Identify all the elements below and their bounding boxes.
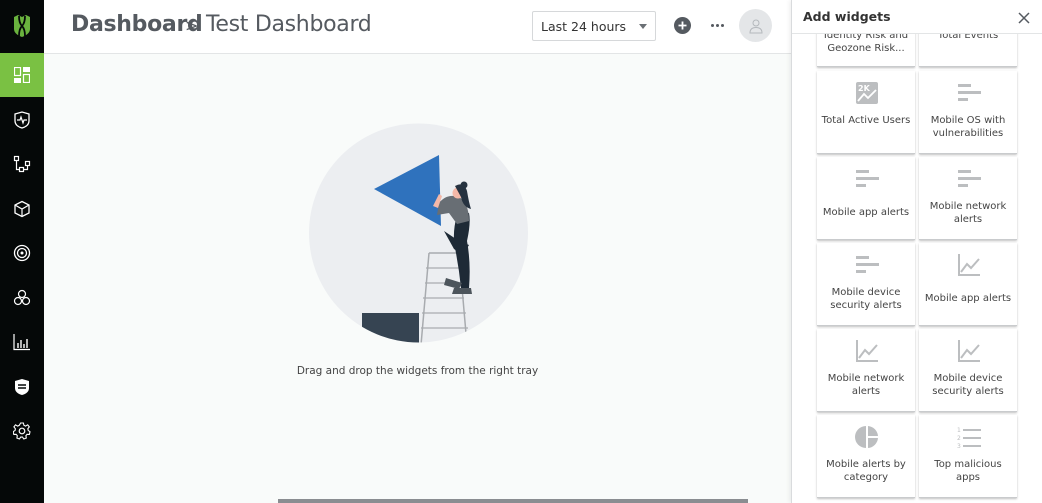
panel-title: Add widgets: [803, 9, 891, 24]
svg-text:2K: 2K: [858, 84, 871, 93]
dashboard-canvas[interactable]: Drag and drop the widgets from the right…: [44, 55, 791, 503]
shield-list-icon: [15, 379, 29, 395]
widget-tile[interactable]: Mobile device security alerts: [817, 243, 915, 326]
widget-tile[interactable]: Mobile app alerts: [919, 243, 1017, 326]
widget-tile-label: Mobile alerts by category: [826, 459, 906, 483]
dashboard-icon: [14, 67, 30, 83]
line-chart-icon: [856, 340, 878, 362]
hierarchy-icon: [13, 155, 31, 173]
shield-logo-icon: [14, 15, 30, 37]
kpi-icon: 2K: [856, 82, 878, 104]
sidebar: [0, 0, 44, 503]
time-range-select[interactable]: Last 24 hours: [532, 11, 656, 41]
widget-tile[interactable]: Mobile app alerts: [817, 157, 915, 240]
add-widgets-panel: Add widgets Identity Risk and Geozone Ri…: [791, 0, 1042, 503]
more-options-button[interactable]: [708, 16, 726, 34]
widget-tile-label: Identity Risk and Geozone Risk...: [823, 34, 909, 54]
page-header: Dashboard > Test Dashboard Last 24 hours: [44, 0, 791, 54]
widget-tile-label: Mobile OS with vulnerabilities: [930, 115, 1006, 139]
svg-text:1: 1: [957, 427, 961, 434]
widget-tile-label: Mobile network alerts: [929, 201, 1007, 225]
line-chart-icon: [958, 340, 980, 362]
cube-icon: [14, 200, 30, 218]
sidebar-item-policies[interactable]: [0, 365, 44, 409]
target-icon: [13, 244, 31, 262]
sidebar-item-settings[interactable]: [0, 409, 44, 453]
add-widget-button[interactable]: [674, 17, 691, 34]
widget-tile[interactable]: Mobile network alerts: [919, 157, 1017, 240]
bar-chart-icon: [13, 334, 30, 351]
line-chart-icon: [958, 254, 980, 276]
widget-tile[interactable]: 1 2 3 Top malicious apps: [919, 415, 1017, 498]
user-avatar[interactable]: [739, 9, 772, 42]
widget-tile-label: Mobile device security alerts: [932, 373, 1004, 397]
sidebar-item-security[interactable]: [0, 98, 44, 142]
more-dot-icon: [710, 23, 714, 27]
chevron-down-icon: [639, 24, 647, 29]
widget-tile[interactable]: Identity Risk and Geozone Risk...: [817, 34, 915, 67]
pie-chart-icon: [855, 426, 878, 448]
plus-icon: [678, 21, 687, 30]
app-logo[interactable]: [0, 0, 44, 52]
breadcrumb-separator: >: [185, 16, 199, 35]
close-icon[interactable]: [1017, 11, 1031, 25]
bar-list-icon: [958, 84, 981, 101]
widget-tile[interactable]: Total Events: [919, 34, 1017, 67]
time-range-value: Last 24 hours: [541, 19, 627, 34]
horizontal-scrollbar[interactable]: [278, 499, 748, 503]
widget-tile-label: Mobile device security alerts: [830, 287, 902, 311]
widget-tile-label: Mobile app alerts: [924, 293, 1012, 304]
bar-list-icon: [958, 170, 981, 187]
sidebar-item-packages[interactable]: [0, 187, 44, 231]
sidebar-item-reports[interactable]: [0, 320, 44, 364]
widget-tile-list[interactable]: Identity Risk and Geozone Risk... Total …: [792, 34, 1042, 503]
widget-tile-label: Total Events: [937, 34, 999, 41]
sidebar-item-target[interactable]: [0, 231, 44, 275]
shield-pulse-icon: [14, 111, 30, 129]
sidebar-item-hierarchy[interactable]: [0, 142, 44, 186]
numbered-list-icon: 1 2 3: [957, 427, 981, 449]
widget-tile[interactable]: 2K Total Active Users: [817, 71, 915, 154]
widget-tile[interactable]: Mobile device security alerts: [919, 329, 1017, 412]
widget-tile-label: Mobile app alerts: [822, 207, 910, 218]
more-dot-icon: [715, 23, 719, 27]
bar-list-icon: [856, 170, 879, 187]
svg-text:3: 3: [957, 443, 961, 449]
widget-tile[interactable]: Mobile alerts by category: [817, 415, 915, 498]
sidebar-item-integrations[interactable]: [0, 276, 44, 320]
widget-tile[interactable]: Mobile network alerts: [817, 329, 915, 412]
widget-tile-label: Top malicious apps: [934, 459, 1002, 483]
breadcrumb-root[interactable]: Dashboard: [71, 12, 203, 37]
empty-state-illustration: [309, 123, 528, 343]
empty-state-message: Drag and drop the widgets from the right…: [296, 365, 539, 377]
widget-tile-label: Mobile network alerts: [827, 373, 905, 397]
user-icon: [748, 19, 763, 33]
more-dot-icon: [720, 23, 724, 27]
webhook-icon: [13, 289, 31, 306]
sidebar-item-dashboard[interactable]: [0, 53, 44, 97]
bar-list-icon: [856, 256, 879, 273]
gear-icon: [13, 422, 31, 440]
widget-tile-label: Total Active Users: [821, 115, 911, 126]
svg-text:2: 2: [957, 435, 961, 442]
breadcrumb-current: Test Dashboard: [206, 12, 372, 37]
widget-tile[interactable]: Mobile OS with vulnerabilities: [919, 71, 1017, 154]
